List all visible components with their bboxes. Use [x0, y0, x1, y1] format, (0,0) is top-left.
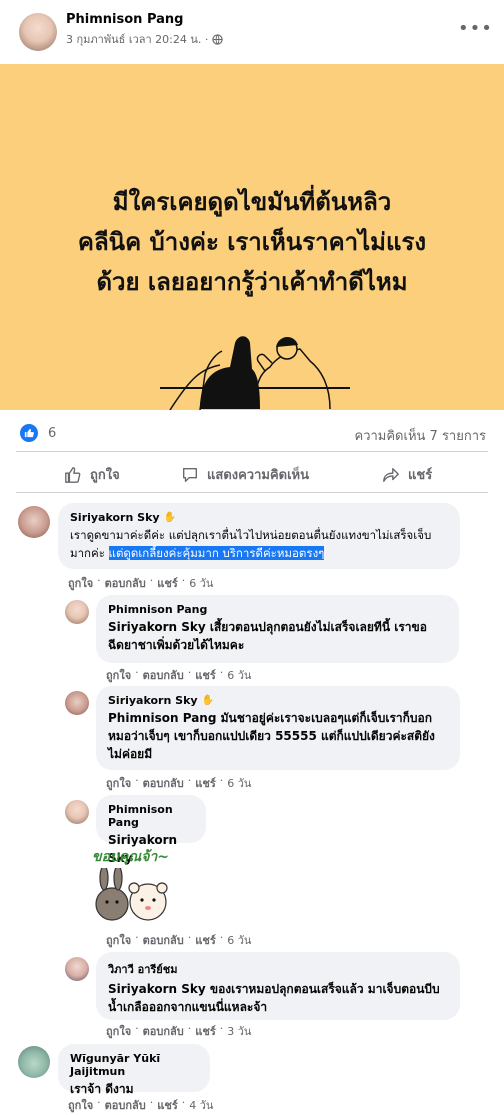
comment-time[interactable]: 6 วัน: [189, 574, 213, 592]
sticker-text: ขอบคุณจ้า~: [92, 849, 170, 865]
commenter-avatar[interactable]: [65, 691, 89, 715]
comment-time[interactable]: 3 วัน: [227, 1022, 251, 1040]
comment-share-link[interactable]: แชร์: [195, 666, 215, 684]
post-background: มีใครเคยดูดไขมันที่ต้นหลิว คลีนิค บ้างค่…: [0, 64, 504, 410]
comment-reply-link[interactable]: ตอบกลับ: [143, 1022, 184, 1040]
comment-text: เราดูดขามาค่ะดีค่ะ แต่ปลุกเราตื่นไวไปหน่…: [70, 528, 432, 560]
commenter-avatar[interactable]: [18, 506, 50, 538]
comment-author[interactable]: Siriyakorn Sky: [70, 511, 160, 524]
comment-button[interactable]: แสดงความคิดเห็น: [181, 464, 309, 485]
comment-like-link[interactable]: ถูกใจ: [106, 666, 131, 684]
comment-reply-link[interactable]: ตอบกลับ: [105, 1096, 146, 1114]
wave-icon: ✋: [163, 512, 177, 523]
commenter-avatar[interactable]: [65, 800, 89, 824]
comment-reply-link[interactable]: ตอบกลับ: [143, 666, 184, 684]
globe-icon: [212, 33, 224, 45]
comment-share-link[interactable]: แชร์: [195, 774, 215, 792]
comment-author[interactable]: Siriyakorn Sky: [108, 694, 198, 707]
thumbs-up-icon: [65, 466, 81, 483]
comment-author[interactable]: Wīgunyār Yūkī Jaijitmun: [70, 1052, 198, 1078]
comment-text: Siriyakorn Sky เสี้ยวตอนปลุกตอนยังไม่เสร…: [108, 620, 427, 652]
comment-bubble: Siriyakorn Sky ✋ Phimnison Pang มันชาอยู…: [96, 686, 460, 770]
share-button[interactable]: แชร์: [382, 464, 432, 485]
comment-author[interactable]: Phimnison Pang: [108, 803, 194, 829]
comment-like-link[interactable]: ถูกใจ: [68, 574, 93, 592]
like-button[interactable]: ถูกใจ: [64, 464, 120, 485]
reaction-summary[interactable]: 6: [20, 424, 56, 442]
bunny-bear-sticker-icon: [95, 865, 168, 921]
sticker[interactable]: ขอบคุณจ้า~: [92, 846, 176, 926]
comment-author[interactable]: วิภาวี อารีย์ชม: [108, 960, 177, 978]
comment-time[interactable]: 6 วัน: [227, 931, 251, 949]
comment-author[interactable]: Phimnison Pang: [108, 603, 207, 616]
commenter-avatar[interactable]: [65, 600, 89, 624]
comment-actions: ถูกใจ · ตอบกลับ · แชร์ · 6 วัน: [106, 774, 252, 792]
selected-text: แต่ดูดเกลี้ยงค่ะคุ้มมาก บริการดีค่ะหมอตร…: [108, 546, 325, 560]
comment-bubble: Wīgunyār Yūkī Jaijitmun เราจ้า ดีงาม: [58, 1044, 210, 1096]
comment-bubble-icon: [183, 467, 197, 482]
post-timestamp[interactable]: 3 กุมภาพันธ์ เวลา 20:24 น. ·: [66, 30, 208, 48]
comment-bubble: วิภาวี อารีย์ชม Siriyakorn Sky ของเราหมอ…: [96, 952, 460, 1020]
comment-text: Siriyakorn Sky ของเราหมอปลุกตอนเสร็จแล้ว…: [108, 982, 440, 1014]
comment-like-link[interactable]: ถูกใจ: [106, 1022, 131, 1040]
comment-share-link[interactable]: แชร์: [157, 1096, 177, 1114]
reaction-count: 6: [48, 425, 57, 441]
comment-share-link[interactable]: แชร์: [195, 931, 215, 949]
comment-like-link[interactable]: ถูกใจ: [106, 774, 131, 792]
comment-like-link[interactable]: ถูกใจ: [106, 931, 131, 949]
comment-share-link[interactable]: แชร์: [157, 574, 177, 592]
wave-icon: ✋: [201, 695, 215, 706]
comment-time[interactable]: 6 วัน: [227, 774, 251, 792]
comment-count[interactable]: ความคิดเห็น 7 รายการ: [355, 425, 487, 446]
comment-reply-link[interactable]: ตอบกลับ: [105, 574, 146, 592]
comment-reply-link[interactable]: ตอบกลับ: [143, 931, 184, 949]
post-author-avatar[interactable]: [19, 13, 57, 51]
comment-bubble: Phimnison Pang Siriyakorn Sky เสี้ยวตอนป…: [96, 595, 459, 663]
comment-bubble: Siriyakorn Sky ✋ เราดูดขามาค่ะดีค่ะ แต่ป…: [58, 503, 460, 569]
like-reaction-icon: [20, 424, 38, 442]
comment-time[interactable]: 4 วัน: [189, 1096, 213, 1114]
comment-time[interactable]: 6 วัน: [227, 666, 251, 684]
commenter-avatar[interactable]: [65, 957, 89, 981]
post-author-name[interactable]: Phimnison Pang: [66, 12, 223, 27]
comment-actions: ถูกใจ · ตอบกลับ · แชร์ · 6 วัน: [106, 666, 252, 684]
comment-text: Phimnison Pang มันชาอยู่ค่ะเราจะเบลอๆแต่…: [108, 711, 435, 761]
more-options-icon[interactable]: •••: [458, 18, 493, 39]
comment-actions: ถูกใจ · ตอบกลับ · แชร์ · 4 วัน: [68, 1096, 214, 1114]
comment-actions: ถูกใจ · ตอบกลับ · แชร์ · 3 วัน: [106, 1022, 252, 1040]
comment-bubble: Phimnison Pang Siriyakorn Sky: [96, 795, 206, 865]
comment-share-link[interactable]: แชร์: [195, 1022, 215, 1040]
commenter-avatar[interactable]: [18, 1046, 50, 1078]
comment-reply-link[interactable]: ตอบกลับ: [143, 774, 184, 792]
share-arrow-icon: [383, 467, 399, 482]
comment-actions: ถูกใจ · ตอบกลับ · แชร์ · 6 วัน: [68, 574, 214, 592]
comment-actions: ถูกใจ · ตอบกลับ · แชร์ · 6 วัน: [106, 931, 252, 949]
illustration-couple: [160, 336, 350, 410]
post-text: มีใครเคยดูดไขมันที่ต้นหลิว คลีนิค บ้างค่…: [77, 188, 427, 296]
comment-like-link[interactable]: ถูกใจ: [68, 1096, 93, 1114]
